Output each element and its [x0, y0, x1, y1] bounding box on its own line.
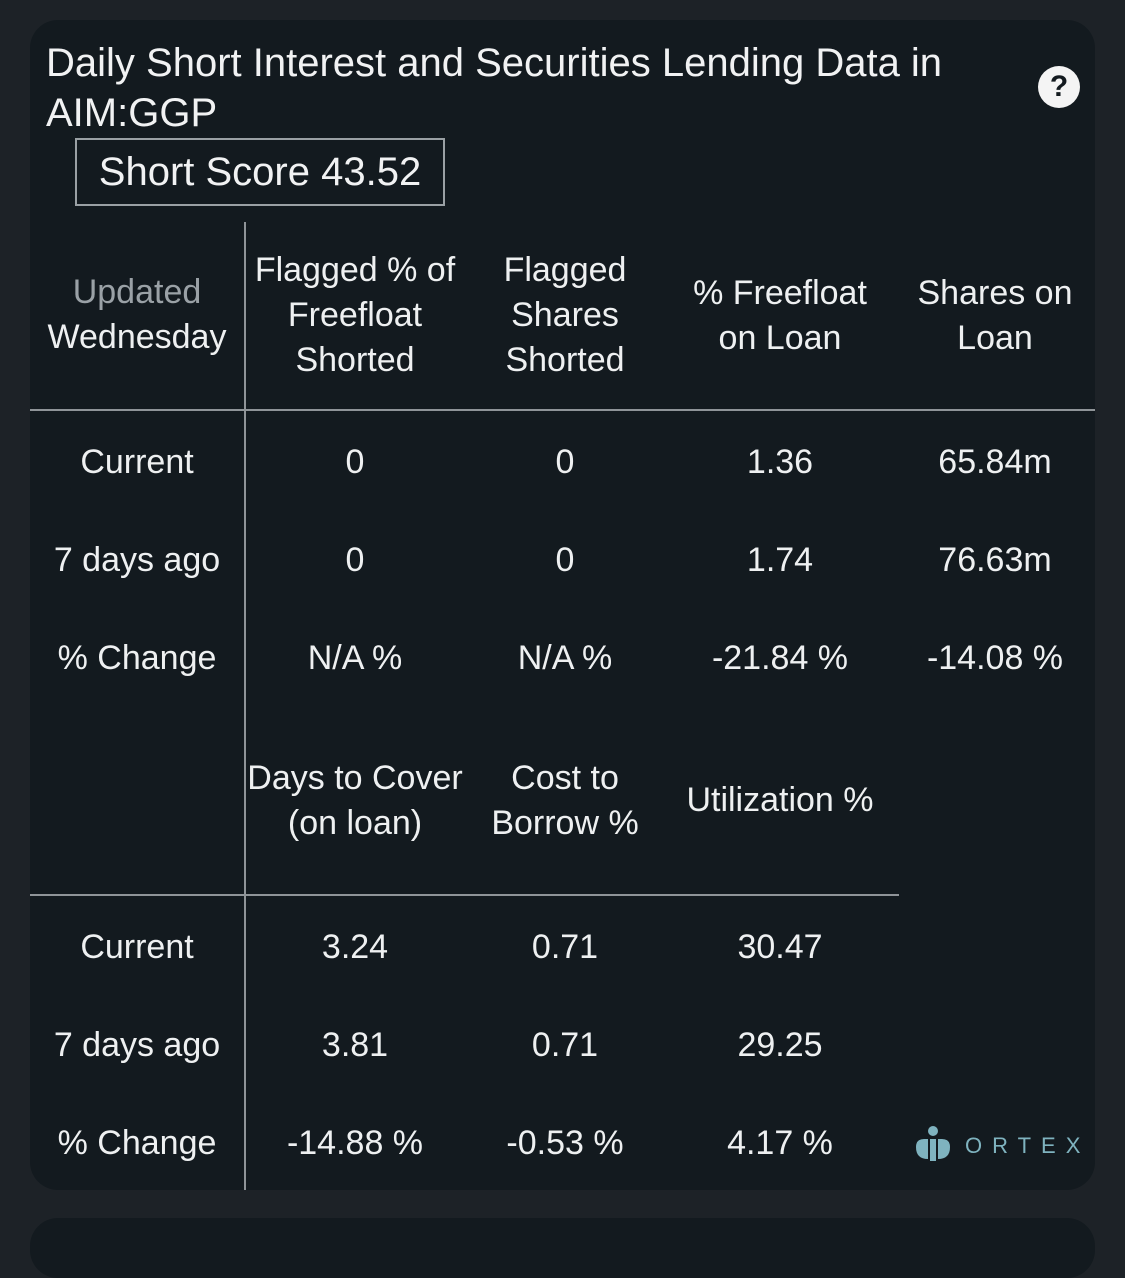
ortex-logo: ORTEX [913, 1123, 1083, 1167]
row-label-change: % Change [57, 1124, 217, 1162]
header-flagged-shares: Flagged Shares Shorted [503, 251, 627, 379]
header-freefloat-on-loan: % Freefloat on Loan [693, 273, 867, 357]
table-cell: 1.36 [746, 443, 814, 481]
table-cell: 0 [345, 443, 365, 481]
header-utilization: Utilization % [686, 781, 874, 819]
table-cell: -14.88 % [286, 1124, 424, 1162]
table-cell: -21.84 % [711, 639, 849, 677]
table-cell: 30.47 [737, 928, 823, 966]
table-cell: 76.63m [938, 541, 1052, 579]
card-title: Daily Short Interest and Securities Lend… [46, 41, 943, 135]
table-cell: N/A % [307, 639, 403, 677]
updated-day: Wednesday [47, 318, 227, 356]
short-interest-card: Daily Short Interest and Securities Lend… [30, 20, 1095, 1190]
table-cell: -14.08 % [926, 639, 1064, 677]
table-cell: N/A % [517, 639, 613, 677]
table-cell: 0.71 [531, 1026, 599, 1064]
table-cell: 65.84m [938, 443, 1052, 481]
row-label-current: Current [80, 443, 194, 481]
table-cell: 0 [555, 541, 575, 579]
next-card [30, 1218, 1095, 1278]
row-label-change: % Change [57, 639, 217, 677]
table-cell: 0.71 [531, 928, 599, 966]
row-label-7-days-ago: 7 days ago [53, 541, 221, 579]
row-label-current: Current [80, 928, 194, 966]
table2-header-divider [30, 894, 899, 896]
ortex-logo-text: ORTEX [965, 1133, 1091, 1158]
table-cell: 4.17 % [727, 1124, 833, 1162]
header-days-to-cover: Days to Cover (on loan) [247, 758, 463, 842]
table-cell: 0 [555, 443, 575, 481]
header-flagged-freefloat: Flagged % of Freefloat Shorted [254, 251, 456, 379]
row-label-7-days-ago: 7 days ago [53, 1026, 221, 1064]
help-icon[interactable]: ? [1038, 66, 1080, 108]
table-cell: 3.24 [321, 928, 389, 966]
updated-text: Updated [72, 273, 202, 311]
table-cell: 3.81 [321, 1026, 389, 1064]
short-score-badge: Short Score 43.52 [75, 138, 445, 206]
table-cell: -0.53 % [506, 1124, 624, 1162]
table-cell: 29.25 [737, 1026, 823, 1064]
header-cost-to-borrow: Cost to Borrow % [491, 758, 639, 842]
header-shares-on-loan: Shares on Loan [917, 273, 1073, 357]
table-cell: 0 [345, 541, 365, 579]
table-cell: 1.74 [746, 541, 814, 579]
ortex-logo-icon [916, 1126, 950, 1161]
updated-label: Updated Wednesday [30, 270, 244, 360]
table1-header-divider [30, 409, 1095, 411]
